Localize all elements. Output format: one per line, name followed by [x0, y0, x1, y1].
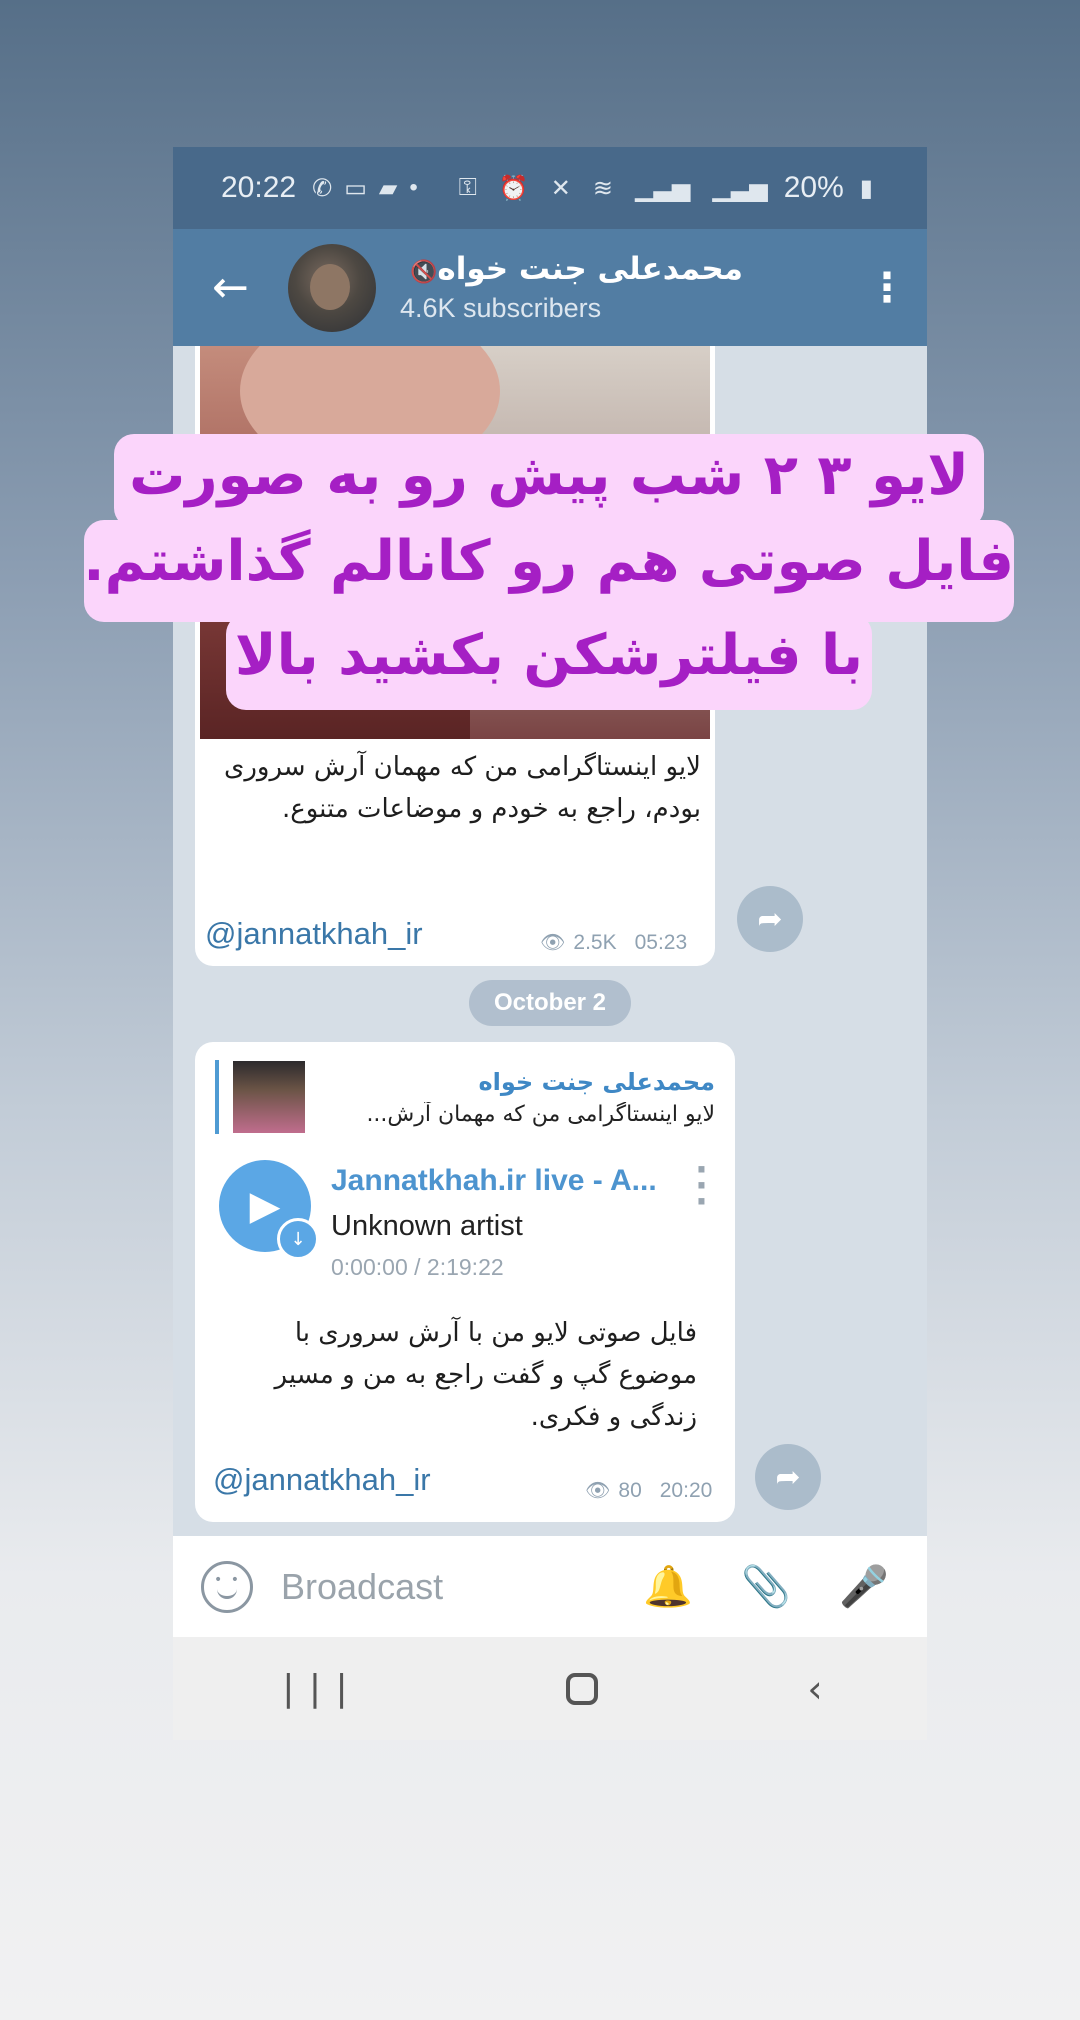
nav-back-icon[interactable]: ‹ — [807, 1667, 822, 1711]
share-button[interactable]: ➦ — [737, 886, 803, 952]
views-icon: 👁 — [540, 932, 566, 954]
view-count: 2.5K — [573, 930, 617, 954]
reply-snippet: لایو اینستاگرامی من که مهمان آرش... — [366, 1101, 715, 1127]
share-arrow-icon: ➦ — [775, 1459, 801, 1495]
overlay-line-2: فایل صوتی هم رو کانالم گذاشتم. — [83, 520, 1014, 622]
laptop-icon: ▭ — [344, 174, 367, 202]
reply-text: محمدعلی جنت خواه لایو اینستاگرامی من که … — [323, 1068, 715, 1127]
channel-name: محمدعلی جنت خواه — [437, 251, 743, 287]
input-bar: Broadcast 🔔 📎 🎤 — [173, 1536, 927, 1637]
chat-icon: ▰ — [378, 174, 398, 202]
reply-preview[interactable]: محمدعلی جنت خواه لایو اینستاگرامی من که … — [215, 1060, 715, 1134]
channel-header: ← محمدعلی جنت خواه🔇 4.6K subscribers ⋮ — [173, 229, 927, 346]
audio-duration: 0:00:00 / 2:19:22 — [331, 1254, 504, 1280]
channel-signature-link[interactable]: @jannatkhah_ir — [213, 1462, 431, 1498]
message-time: 20:20 — [659, 1478, 713, 1502]
overlay-line-3: با فیلترشکن بکشید بالا — [226, 614, 872, 710]
channel-titles[interactable]: محمدعلی جنت خواه🔇 4.6K subscribers — [400, 251, 847, 324]
emoji-icon[interactable] — [201, 1560, 253, 1613]
back-arrow-icon[interactable]: ← — [173, 262, 288, 313]
share-button[interactable]: ➦ — [755, 1444, 821, 1510]
reply-author: محمدعلی جنت خواه — [478, 1067, 715, 1096]
phone-screen: 20:22 ✆ ▭ ▰ • ⚿ ⏰ ✕ ≋ ▁▃▅ ▁▃▅ 20% ▮ ← مح… — [173, 147, 927, 1740]
share-arrow-icon: ➦ — [757, 901, 783, 937]
play-icon: ▶ — [249, 1183, 281, 1229]
audio-options-icon[interactable]: · · · — [695, 1153, 708, 1219]
muted-icon: 🔇 — [410, 260, 438, 285]
mute-icon: ✕ — [550, 174, 571, 202]
channel-avatar[interactable] — [288, 243, 376, 332]
message-meta: 👁 2.5K 05:23 — [540, 930, 687, 955]
message-time: 05:23 — [634, 930, 688, 954]
microphone-icon[interactable]: 🎤 — [829, 1563, 899, 1610]
subscriber-count: 4.6K subscribers — [400, 293, 602, 323]
battery-icon: ▮ — [859, 174, 873, 202]
channel-signature-link[interactable]: @jannatkhah_ir — [205, 916, 423, 952]
more-options-icon[interactable]: ⋮ — [847, 265, 927, 311]
status-time: 20:22 — [221, 171, 297, 204]
audio-artist: Unknown artist — [331, 1210, 523, 1242]
views-icon: 👁 — [585, 1480, 611, 1502]
wifi-icon: ≋ — [592, 174, 613, 202]
attach-icon[interactable]: 📎 — [731, 1563, 801, 1610]
alarm-icon: ⏰ — [498, 174, 529, 202]
signal-icon: ▁▃▅ — [634, 174, 691, 202]
dot-icon: • — [409, 174, 418, 201]
audio-title: Jannatkhah.ir live - A... — [331, 1164, 657, 1197]
channel-name-row: محمدعلی جنت خواه🔇 — [400, 251, 847, 287]
message-bubble[interactable]: محمدعلی جنت خواه لایو اینستاگرامی من که … — [195, 1042, 735, 1522]
status-bar: 20:22 ✆ ▭ ▰ • ⚿ ⏰ ✕ ≋ ▁▃▅ ▁▃▅ 20% ▮ — [173, 147, 927, 229]
battery-level: 20% — [783, 171, 844, 204]
message-meta: 👁 80 20:20 — [585, 1478, 712, 1503]
reply-thumbnail — [233, 1061, 305, 1133]
system-navbar: ||| ‹ — [173, 1637, 927, 1740]
overlay-line-1: لایو ۳ ۲ شب پیش رو به صورت — [114, 434, 984, 528]
date-divider: October 2 — [469, 980, 631, 1026]
home-icon[interactable] — [566, 1672, 599, 1705]
message-caption: فایل صوتی لایو من با آرش سروری با موضوع … — [274, 1318, 697, 1432]
recents-icon[interactable]: ||| — [277, 1668, 357, 1709]
status-right: ⚿ ⏰ ✕ ≋ ▁▃▅ ▁▃▅ 20% ▮ — [453, 171, 879, 205]
whatsapp-icon: ✆ — [312, 174, 333, 202]
key-icon: ⚿ — [458, 174, 477, 201]
signal-icon: ▁▃▅ — [712, 174, 768, 202]
broadcast-input[interactable]: Broadcast — [281, 1566, 605, 1608]
bell-icon[interactable]: 🔔 — [633, 1563, 703, 1610]
view-count: 80 — [618, 1478, 642, 1502]
message-caption: لایو اینستاگرامی من که مهمان آرش سروری ب… — [223, 752, 701, 824]
download-icon[interactable]: ↓ — [277, 1218, 319, 1260]
